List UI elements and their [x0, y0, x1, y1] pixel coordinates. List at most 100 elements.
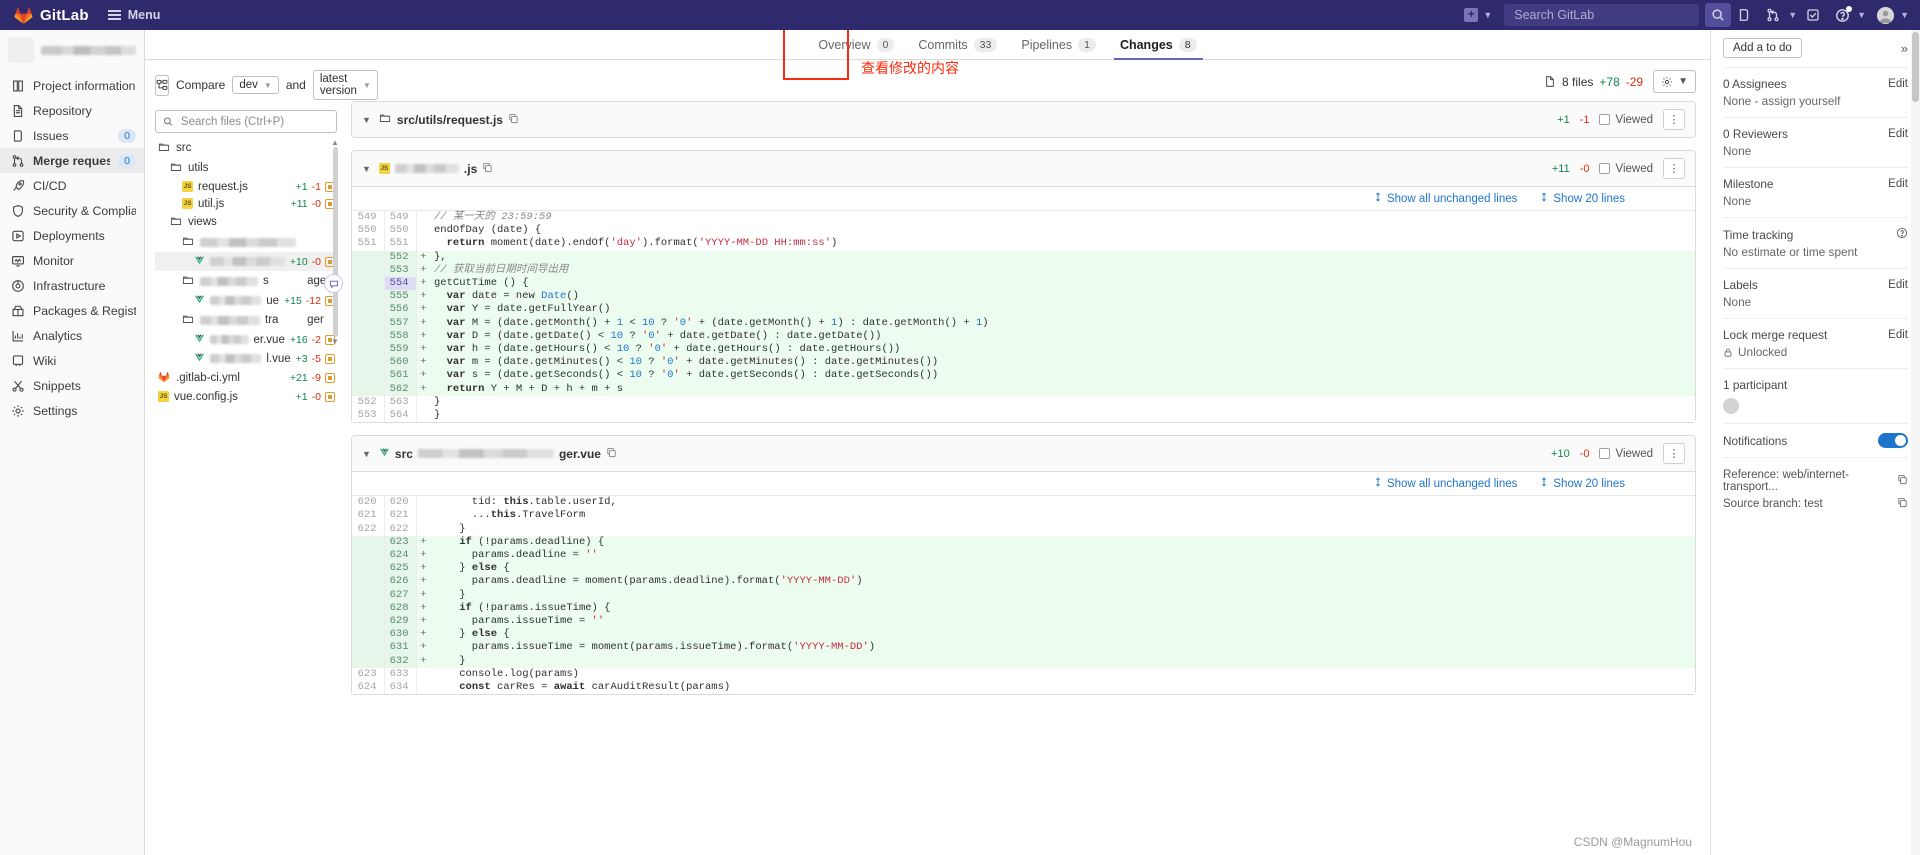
file-tree-file[interactable]: +10 -0 [155, 252, 337, 271]
tab-changes[interactable]: Changes 8 [1108, 38, 1209, 60]
tab-overview[interactable]: Overview 0 [806, 38, 906, 59]
file-tree-file[interactable]: .gitlab-ci.yml +21 -9 [155, 368, 337, 388]
diff-line[interactable]: 621 621 ...this.TravelForm [352, 509, 1695, 523]
file-tree-file[interactable]: ue +15 -12 [155, 291, 337, 310]
gitlab-brand[interactable]: GitLab [8, 6, 99, 25]
file-tree-file[interactable]: l.vue +3 -5 [155, 349, 337, 368]
file-tree-folder[interactable]: utils [155, 158, 337, 178]
diff-line[interactable]: 561 + var s = (date.getSeconds() < 10 ? '… [352, 369, 1695, 383]
file-options-menu[interactable]: ⋮ [1663, 109, 1685, 130]
file-tree-folder[interactable]: views [155, 212, 337, 232]
diff-line[interactable]: 626 + params.deadline = moment(params.dea… [352, 575, 1695, 589]
global-search-box[interactable] [1504, 4, 1700, 26]
scroll-down-arrow[interactable]: ▼ [331, 337, 339, 346]
viewed-checkbox[interactable]: Viewed [1599, 163, 1653, 175]
file-tree-folder[interactable]: s age [155, 271, 337, 291]
diff-line[interactable]: 556 + var Y = date.getFullYear() [352, 303, 1695, 317]
file-tree-file[interactable]: JS util.js +11 -0 [155, 195, 337, 212]
file-tree-scrollbar[interactable]: ▲ ▼ [331, 138, 339, 358]
compare-source-select[interactable]: dev ▼ [232, 76, 279, 94]
tab-pipelines[interactable]: Pipelines 1 [1009, 38, 1108, 59]
add-comment-icon[interactable] [324, 274, 343, 294]
file-tree-file[interactable]: er.vue +16 -2 [155, 330, 337, 349]
file-search-input[interactable] [178, 114, 329, 129]
file-tree-icon[interactable] [155, 74, 169, 96]
new-item-button[interactable]: + ▼ [1458, 6, 1498, 24]
diff-line[interactable]: 551 551 return moment(date).endOf('day').… [352, 237, 1695, 251]
project-header[interactable] [0, 30, 144, 71]
diff-line[interactable]: 631 + params.issueTime = moment(params.is… [352, 641, 1695, 655]
diff-line[interactable]: 560 + var m = (date.getMinutes() < 10 ? '… [352, 356, 1695, 370]
page-scrollbar[interactable] [1911, 30, 1920, 855]
diff-file-path-wrap[interactable]: src/utils/request.js [379, 112, 519, 127]
diff-line[interactable]: 559 + var h = (date.getHours() < 10 ? '0'… [352, 343, 1695, 357]
sidebar-item-deployments[interactable]: Deployments [0, 223, 144, 248]
diff-line[interactable]: 630 + } else { [352, 628, 1695, 642]
expand-link[interactable]: Show all unchanged lines [1373, 192, 1517, 205]
sidebar-item-ci-cd[interactable]: CI/CD [0, 173, 144, 198]
file-options-menu[interactable]: ⋮ [1663, 443, 1685, 465]
diff-file-path-wrap[interactable]: JS .js [378, 162, 493, 176]
merge-requests-nav[interactable]: ▼ [1757, 3, 1800, 27]
diff-line[interactable]: 623 633 console.log(params) [352, 667, 1695, 682]
viewed-checkbox[interactable]: Viewed [1599, 114, 1653, 126]
scrollbar-thumb[interactable] [332, 147, 338, 337]
diff-line[interactable]: 624 + params.deadline = '' [352, 549, 1695, 563]
diff-line[interactable]: 550 550 endOfDay (date) { [352, 224, 1695, 238]
file-tree-file[interactable]: JS vue.config.js +1 -0 [155, 388, 337, 405]
diff-line[interactable]: 624 634 const carRes = await carAuditResu… [352, 681, 1695, 695]
diff-file-path-wrap[interactable]: src ger.vue [379, 447, 617, 461]
diff-line[interactable]: 557 + var M = (date.getMonth() + 1 < 10 ?… [352, 316, 1695, 330]
diff-line[interactable]: 627 + } [352, 588, 1695, 602]
copy-icon[interactable] [1897, 497, 1908, 511]
block-edit-link[interactable]: Edit [1888, 279, 1908, 291]
diff-line[interactable]: 553 +// 获取当前日期时间导出用 [352, 263, 1695, 278]
file-tree-folder[interactable]: src [155, 138, 337, 158]
expand-link[interactable]: Show 20 lines [1539, 477, 1625, 490]
diff-line[interactable]: 629 + params.issueTime = '' [352, 615, 1695, 629]
search-icon[interactable] [1705, 3, 1732, 27]
diff-line[interactable]: 552 +}, [352, 250, 1695, 264]
file-tree-folder[interactable] [155, 232, 337, 252]
issues-icon[interactable] [1731, 3, 1757, 27]
search-input[interactable] [1512, 7, 1692, 23]
file-options-menu[interactable]: ⋮ [1663, 158, 1685, 179]
main-menu-button[interactable]: Menu [99, 5, 170, 25]
diff-line[interactable]: 553 564} [352, 409, 1695, 423]
expand-link[interactable]: Show 20 lines [1539, 192, 1625, 205]
sidebar-item-analytics[interactable]: Analytics [0, 323, 144, 348]
sidebar-item-wiki[interactable]: Wiki [0, 348, 144, 373]
chevron-down-icon[interactable]: ▼ [362, 115, 371, 125]
chevron-double-right-icon[interactable]: » [1901, 41, 1908, 56]
file-tree-folder[interactable]: tra ger [155, 310, 337, 330]
scroll-up-arrow[interactable]: ▲ [331, 138, 339, 147]
copy-icon[interactable] [1897, 474, 1908, 488]
help-circle-icon[interactable] [1896, 227, 1908, 242]
diff-line[interactable]: 632 + } [352, 654, 1695, 668]
diff-line[interactable]: 562 + return Y + M + D + h + m + s [352, 382, 1695, 396]
diff-line[interactable]: 558 + var D = (date.getDate() < 10 ? '0' … [352, 329, 1695, 344]
diff-line[interactable]: 549 549 // 某一天的 23:59:59 [352, 211, 1695, 225]
diff-line[interactable]: 622 622 } [352, 522, 1695, 536]
diff-line[interactable]: 623 + if (!params.deadline) { [352, 535, 1695, 550]
participant-avatar[interactable] [1723, 398, 1739, 414]
sidebar-item-security-compliance[interactable]: Security & Compliance [0, 198, 144, 223]
expand-link[interactable]: Show all unchanged lines [1373, 477, 1517, 490]
add-todo-button[interactable]: Add a to do [1723, 38, 1802, 58]
todo-checkbox-icon[interactable] [1800, 3, 1826, 27]
sidebar-item-packages-registries[interactable]: Packages & Registries [0, 298, 144, 323]
copy-icon[interactable] [606, 447, 617, 461]
lock-edit-link[interactable]: Edit [1888, 329, 1908, 341]
sidebar-item-infrastructure[interactable]: Infrastructure [0, 273, 144, 298]
user-menu[interactable]: ▼ [1869, 3, 1912, 27]
chevron-down-icon[interactable]: ▼ [362, 449, 371, 459]
diff-line[interactable]: 552 563} [352, 395, 1695, 410]
sidebar-item-issues[interactable]: Issues 0 [0, 123, 144, 148]
diff-line[interactable]: 628 + if (!params.issueTime) { [352, 601, 1695, 616]
chevron-down-icon[interactable]: ▼ [362, 164, 371, 174]
sidebar-item-snippets[interactable]: Snippets [0, 373, 144, 398]
tab-commits[interactable]: Commits 33 [906, 38, 1009, 59]
file-tree-file[interactable]: JS request.js +1 -1 [155, 178, 337, 195]
notifications-toggle[interactable] [1878, 433, 1908, 448]
copy-icon[interactable] [508, 113, 519, 127]
